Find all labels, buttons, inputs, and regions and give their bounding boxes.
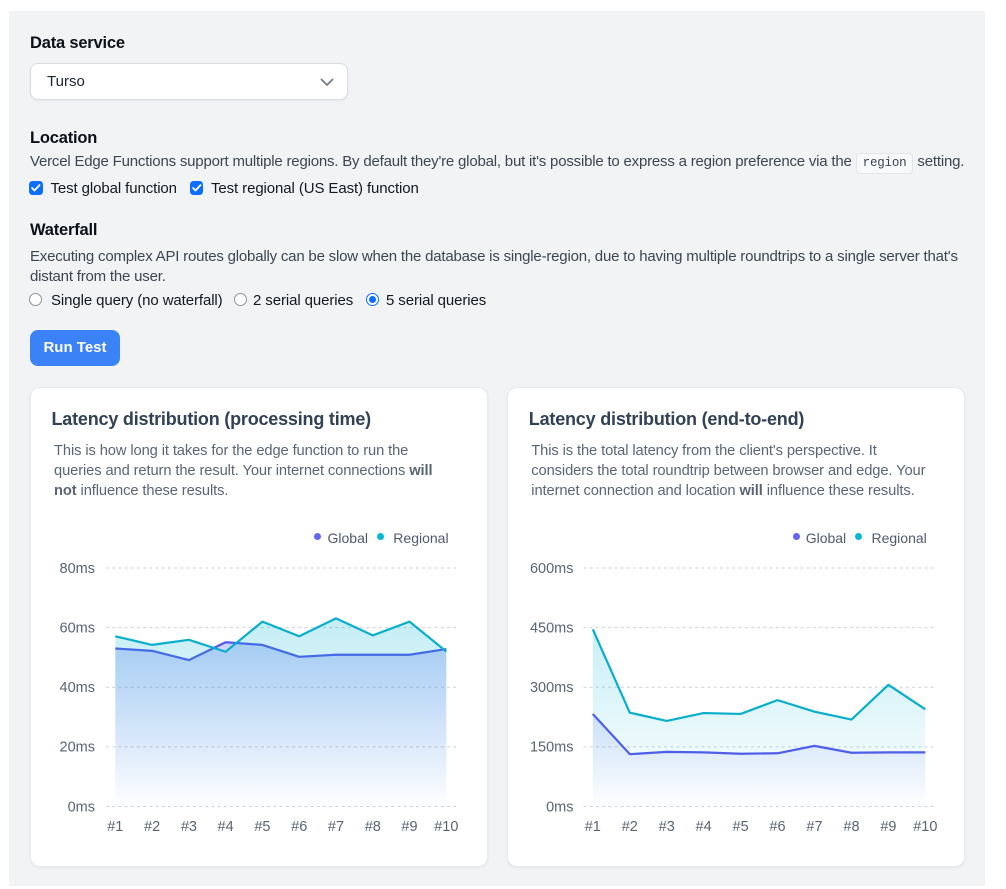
svg-text:#5: #5 (254, 819, 270, 835)
svg-text:#10: #10 (434, 819, 458, 835)
svg-text:#3: #3 (659, 819, 675, 835)
svg-text:#2: #2 (144, 819, 160, 835)
svg-text:#9: #9 (880, 819, 896, 835)
svg-text:60ms: 60ms (60, 620, 95, 636)
svg-text:#6: #6 (291, 819, 307, 835)
svg-text:80ms: 80ms (60, 561, 95, 577)
svg-text:450ms: 450ms (530, 620, 574, 636)
svg-text:#7: #7 (806, 819, 822, 835)
svg-text:#10: #10 (913, 819, 937, 835)
svg-text:#9: #9 (401, 819, 417, 835)
svg-text:0ms: 0ms (68, 799, 95, 815)
svg-text:#8: #8 (843, 819, 859, 835)
svg-text:#4: #4 (696, 819, 712, 835)
svg-text:40ms: 40ms (60, 680, 95, 696)
svg-text:600ms: 600ms (530, 561, 574, 577)
svg-text:#1: #1 (585, 819, 601, 835)
svg-text:0ms: 0ms (546, 799, 573, 815)
svg-text:#6: #6 (769, 819, 785, 835)
svg-text:#2: #2 (622, 819, 638, 835)
svg-text:#5: #5 (733, 819, 749, 835)
svg-text:20ms: 20ms (60, 740, 95, 756)
svg-text:300ms: 300ms (530, 680, 574, 696)
svg-text:150ms: 150ms (530, 740, 574, 756)
svg-text:#7: #7 (328, 819, 344, 835)
svg-text:#8: #8 (365, 819, 381, 835)
svg-text:#4: #4 (218, 819, 234, 835)
svg-text:#3: #3 (181, 819, 197, 835)
svg-text:#1: #1 (107, 819, 123, 835)
